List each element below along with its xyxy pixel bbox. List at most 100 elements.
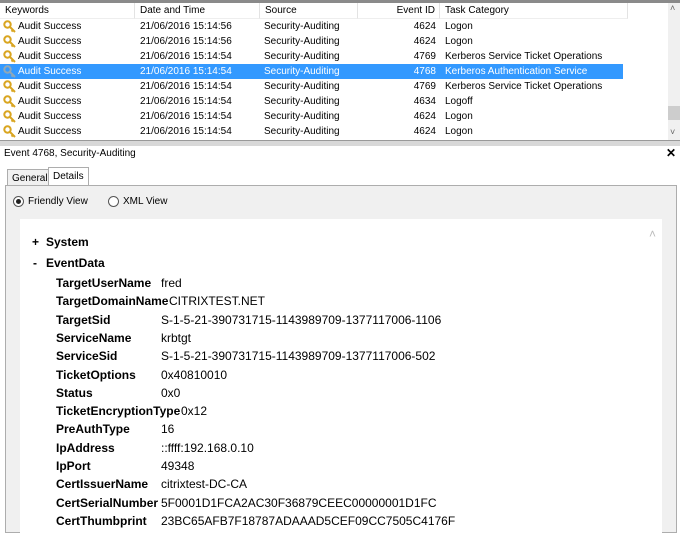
cell-task: Kerberos Service Ticket Operations xyxy=(445,51,603,62)
scroll-up-icon[interactable]: ˄ xyxy=(649,227,656,241)
xml-view-label[interactable]: XML View xyxy=(123,196,167,207)
field-name: TargetDomainName xyxy=(56,294,169,309)
cell-keyword: Audit Success xyxy=(18,36,82,47)
field-value: 16 xyxy=(161,422,175,437)
field-value: 5F0001D1FCA2AC30F36879CEEC00000001D1FC xyxy=(161,495,437,510)
cell-datetime: 21/06/2016 15:14:56 xyxy=(140,21,232,32)
column-header-task-category[interactable]: Task Category xyxy=(440,3,628,19)
cell-keyword: Audit Success xyxy=(18,81,82,92)
table-row[interactable]: Audit Success 21/06/2016 15:14:54 Security… xyxy=(0,109,623,124)
cell-keyword: Audit Success xyxy=(18,21,82,32)
table-row[interactable]: Audit Success 21/06/2016 15:14:54 Security… xyxy=(0,124,623,139)
event-list: Keywords Date and Time Source Event ID T… xyxy=(0,0,680,144)
cell-source: Security-Auditing xyxy=(264,51,340,62)
field-value: S-1-5-21-390731715-1143989709-1377117006… xyxy=(161,349,436,364)
field-name: IpPort xyxy=(56,459,91,473)
cell-keyword: Audit Success xyxy=(18,51,82,62)
cell-source: Security-Auditing xyxy=(264,126,340,137)
cell-event-id: 4624 xyxy=(413,111,436,122)
cell-task: Logoff xyxy=(445,96,473,107)
cell-task: Logon xyxy=(445,36,473,47)
cell-datetime: 21/06/2016 15:14:54 xyxy=(140,96,232,107)
field-name: CertThumbprint xyxy=(56,513,147,528)
cell-source: Security-Auditing xyxy=(264,111,340,122)
cell-keyword: Audit Success xyxy=(18,66,82,77)
field-value: 49348 xyxy=(161,459,195,473)
field-value: 0x0 xyxy=(161,385,181,400)
cell-datetime: 21/06/2016 15:14:54 xyxy=(140,81,232,92)
table-row[interactable]: Audit Success 21/06/2016 15:14:54 Security… xyxy=(0,49,623,64)
cell-source: Security-Auditing xyxy=(264,81,340,92)
key-icon xyxy=(3,35,16,48)
column-header-date[interactable]: Date and Time xyxy=(135,3,260,19)
cell-task: Kerberos Service Ticket Operations xyxy=(445,81,603,92)
field-name: TicketOptions xyxy=(56,367,136,382)
field-value: 0x12 xyxy=(181,404,208,419)
field-name: Status xyxy=(56,385,93,400)
field-value: S-1-5-21-390731715-1143989709-1377117006… xyxy=(161,312,442,327)
cell-datetime: 21/06/2016 15:14:56 xyxy=(140,36,232,47)
field-value: ::ffff:192.168.0.10 xyxy=(161,440,254,455)
table-row[interactable]: Audit Success 21/06/2016 15:14:56 Security… xyxy=(0,19,623,34)
cell-keyword: Audit Success xyxy=(18,126,82,137)
field-name: TargetSid xyxy=(56,312,111,327)
cell-keyword: Audit Success xyxy=(18,96,82,107)
eventdata-section[interactable]: EventData xyxy=(46,256,105,270)
field-name: ServiceName xyxy=(56,330,132,345)
scroll-thumb[interactable] xyxy=(668,106,680,120)
cell-source: Security-Auditing xyxy=(264,21,340,32)
scroll-down-icon[interactable]: ˅ xyxy=(670,127,675,137)
key-icon xyxy=(3,125,16,138)
friendly-view-radio[interactable] xyxy=(13,196,24,207)
field-name: TicketEncryptionType xyxy=(56,404,181,419)
cell-event-id: 4634 xyxy=(413,96,436,107)
cell-source: Security-Auditing xyxy=(264,36,340,47)
cell-source: Security-Auditing xyxy=(264,66,340,77)
cell-datetime: 21/06/2016 15:14:54 xyxy=(140,66,232,77)
cell-event-id: 4624 xyxy=(413,126,436,137)
event-title: Event 4768, Security-Auditing xyxy=(4,148,136,159)
field-name: CertSerialNumber xyxy=(56,495,159,510)
column-header-event-id[interactable]: Event ID xyxy=(358,3,440,19)
field-value: krbtgt xyxy=(161,330,192,345)
key-icon xyxy=(3,65,16,78)
scroll-up-icon[interactable]: ˄ xyxy=(670,3,675,13)
tab-details[interactable]: Details xyxy=(48,167,89,187)
key-icon xyxy=(3,50,16,63)
key-icon xyxy=(3,110,16,123)
system-toggle[interactable]: + xyxy=(32,235,39,249)
field-name: CertIssuerName xyxy=(56,477,149,492)
xml-view-radio[interactable] xyxy=(108,196,119,207)
cell-datetime: 21/06/2016 15:14:54 xyxy=(140,126,232,137)
eventdata-toggle[interactable]: - xyxy=(33,256,37,270)
cell-datetime: 21/06/2016 15:14:54 xyxy=(140,111,232,122)
table-row[interactable]: Audit Success 21/06/2016 15:14:54 Security… xyxy=(0,94,623,109)
close-icon[interactable]: ✕ xyxy=(666,146,676,160)
column-header-keywords[interactable]: Keywords xyxy=(0,3,135,19)
cell-task: Kerberos Authentication Service xyxy=(445,66,588,77)
field-value: CITRIXTEST.NET xyxy=(169,294,266,309)
cell-event-id: 4624 xyxy=(413,36,436,47)
field-value: 0x40810010 xyxy=(161,367,228,382)
field-value: citrixtest-DC-CA xyxy=(161,477,247,492)
pane-splitter[interactable] xyxy=(0,140,680,146)
table-row[interactable]: Audit Success 21/06/2016 15:14:54 Security… xyxy=(0,79,623,94)
cell-event-id: 4769 xyxy=(413,81,436,92)
field-name: PreAuthType xyxy=(56,422,130,437)
cell-task: Logon xyxy=(445,21,473,32)
field-value: 23BC65AFB7F18787ADAAAD5CEF09CC7505C4176F xyxy=(161,513,456,528)
key-icon xyxy=(3,80,16,93)
cell-event-id: 4769 xyxy=(413,51,436,62)
table-row[interactable]: Audit Success 21/06/2016 15:14:56 Security… xyxy=(0,34,623,49)
cell-event-id: 4768 xyxy=(413,66,436,77)
system-section[interactable]: System xyxy=(46,235,89,249)
column-header-source[interactable]: Source xyxy=(260,3,358,19)
cell-source: Security-Auditing xyxy=(264,96,340,107)
cell-datetime: 21/06/2016 15:14:54 xyxy=(140,51,232,62)
cell-task: Logon xyxy=(445,126,473,137)
field-name: IpAddress xyxy=(56,440,115,455)
list-scrollbar[interactable]: ˄ ˅ xyxy=(668,3,680,140)
key-icon xyxy=(3,95,16,108)
friendly-view-label[interactable]: Friendly View xyxy=(28,196,88,207)
table-row[interactable]: Audit Success 21/06/2016 15:14:54 Security… xyxy=(0,64,623,79)
